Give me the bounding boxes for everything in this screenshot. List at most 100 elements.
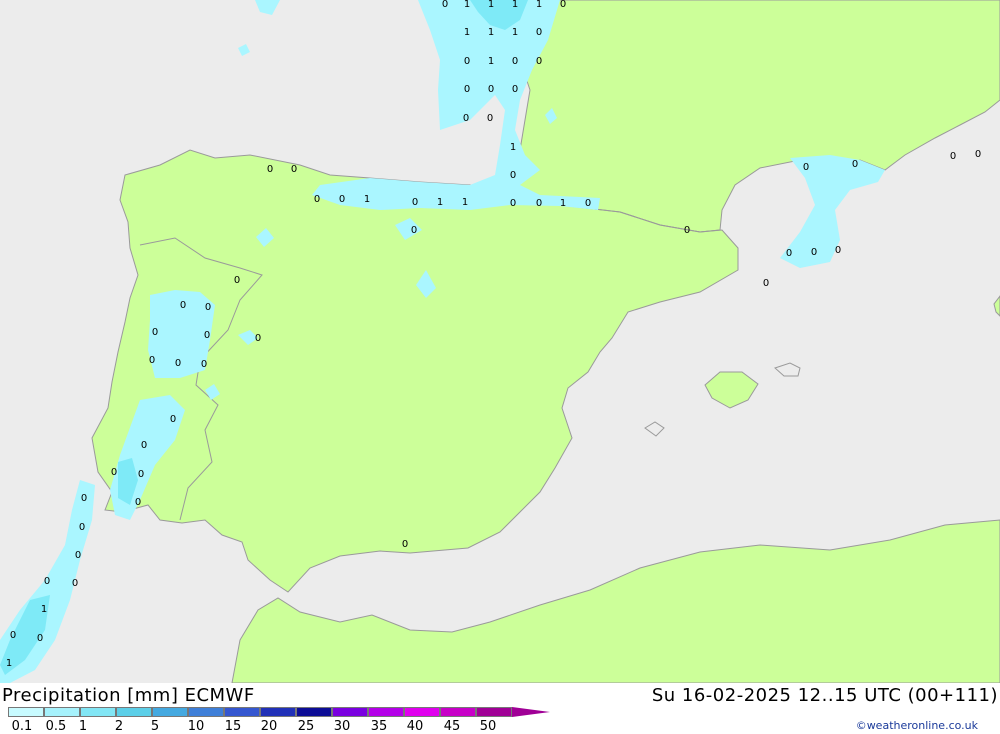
legend-swatch — [476, 707, 512, 717]
precip-value-label: 0 — [411, 225, 417, 236]
legend-tick-label: 25 — [297, 719, 315, 734]
precip-value-label: 0 — [314, 194, 320, 205]
legend-swatch — [44, 707, 80, 717]
precip-value-label: 0 — [560, 0, 566, 10]
map-title: Precipitation [mm] ECMWF — [2, 685, 255, 706]
precip-value-label: 1 — [560, 198, 566, 209]
precipitation-map: 0 1 1 1 1 0 1 1 1 0 0 1 0 0 0 0 0 0 0 1 0 0 0 0 0 1 0 1 1 0 0 1 0 0 0 0 0 0 0 0… — [0, 0, 1000, 683]
precip-value-label: 1 — [464, 0, 470, 10]
precip-value-label: 0 — [464, 56, 470, 67]
precip-value-label: 0 — [950, 151, 956, 162]
precip-value-label: 0 — [75, 550, 81, 561]
precip-value-label: 1 — [536, 0, 542, 10]
precip-value-label: 0 — [803, 162, 809, 173]
precip-value-label: 0 — [141, 440, 147, 451]
precip-value-label: 1 — [488, 27, 494, 38]
land-mallorca — [704, 371, 759, 409]
legend-tick-label: 50 — [479, 719, 497, 734]
legend-tick-label: 5 — [150, 719, 160, 734]
precip-gulf-of-lion — [780, 155, 885, 268]
precip-value-label: 0 — [79, 522, 85, 533]
precip-value-label: 0 — [536, 27, 542, 38]
precip-value-label: 0 — [111, 467, 117, 478]
legend-tick-label: 35 — [370, 719, 388, 734]
precip-value-label: 0 — [255, 333, 261, 344]
precip-value-label: 0 — [149, 355, 155, 366]
precip-value-label: 0 — [536, 56, 542, 67]
legend-tick-label: 0.5 — [45, 719, 67, 734]
precip-value-label: 0 — [510, 170, 516, 181]
precip-value-label: 0 — [786, 248, 792, 259]
precip-value-label: 0 — [463, 113, 469, 124]
precip-value-label: 0 — [488, 84, 494, 95]
legend-ticks: 0.1 0.5 1 2 5 10 15 20 25 30 35 40 45 50 — [0, 719, 520, 734]
precip-spot-8 — [238, 44, 250, 56]
precip-value-label: 0 — [835, 245, 841, 256]
precip-value-label: 0 — [175, 358, 181, 369]
legend-swatch — [296, 707, 332, 717]
legend-swatch — [188, 707, 224, 717]
legend-tick-label: 20 — [260, 719, 278, 734]
precip-value-label: 0 — [412, 197, 418, 208]
precip-value-label: 0 — [512, 56, 518, 67]
precip-value-label: 0 — [138, 469, 144, 480]
precip-value-label: 0 — [204, 330, 210, 341]
map-canvas: 0 1 1 1 1 0 1 1 1 0 0 1 0 0 0 0 0 0 0 1 0 0 0 0 0 1 0 1 1 0 0 1 0 0 0 0 0 0 0 0… — [0, 0, 1000, 683]
legend-swatch — [8, 707, 44, 717]
precip-value-label: 0 — [135, 497, 141, 508]
precip-value-label: 0 — [72, 578, 78, 589]
bottom-panel: Precipitation [mm] ECMWF Su 16-02-2025 1… — [0, 683, 1000, 734]
legend-swatch — [80, 707, 116, 717]
legend-swatch — [260, 707, 296, 717]
legend-tick-label: 40 — [406, 719, 424, 734]
precip-value-label: 1 — [512, 0, 518, 10]
precip-value-label: 1 — [462, 197, 468, 208]
legend-swatch — [152, 707, 188, 717]
legend-tick-label: 45 — [443, 719, 461, 734]
precip-value-label: 1 — [41, 604, 47, 615]
credit-link[interactable]: ©weatheronline.co.uk — [856, 719, 978, 732]
legend-swatch — [332, 707, 368, 717]
land-ibiza — [644, 421, 665, 437]
legend-tick-label: 2 — [114, 719, 124, 734]
precip-value-label: 0 — [975, 149, 981, 160]
legend-tick-label: 0.1 — [11, 719, 33, 734]
precip-value-label: 0 — [267, 164, 273, 175]
precip-value-label: 0 — [37, 633, 43, 644]
precip-value-label: 0 — [585, 198, 591, 209]
legend-tick-label: 10 — [187, 719, 205, 734]
precip-value-label: 1 — [488, 0, 494, 10]
precip-value-label: 0 — [152, 327, 158, 338]
precip-value-label: 1 — [437, 197, 443, 208]
precip-value-label: 1 — [512, 27, 518, 38]
legend-swatch — [224, 707, 260, 717]
precip-value-label: 1 — [464, 27, 470, 38]
legend-arrow — [512, 707, 550, 717]
precip-value-label: 0 — [464, 84, 470, 95]
land-menorca — [774, 362, 801, 377]
precip-value-label: 0 — [487, 113, 493, 124]
legend-swatch — [368, 707, 404, 717]
precip-spot-7 — [255, 0, 280, 15]
precip-value-label: 0 — [81, 493, 87, 504]
legend-swatch — [440, 707, 476, 717]
precip-value-label: 0 — [852, 159, 858, 170]
legend-swatch — [404, 707, 440, 717]
precip-value-label: 1 — [510, 142, 516, 153]
precip-value-label: 0 — [763, 278, 769, 289]
precip-value-label: 0 — [234, 275, 240, 286]
land-corsica-edge — [993, 295, 1000, 317]
precip-value-label: 0 — [180, 300, 186, 311]
legend-tick-label: 30 — [333, 719, 351, 734]
legend-tick-label: 15 — [224, 719, 242, 734]
precip-value-label: 0 — [44, 576, 50, 587]
precip-value-label: 0 — [205, 302, 211, 313]
precip-value-label: 0 — [510, 198, 516, 209]
map-valid-time: Su 16-02-2025 12..15 UTC (00+111) — [651, 685, 998, 706]
precip-value-label: 0 — [170, 414, 176, 425]
legend-tick-label: 1 — [78, 719, 88, 734]
precip-value-label: 0 — [291, 164, 297, 175]
precip-value-label: 0 — [442, 0, 448, 10]
precip-value-label: 0 — [811, 247, 817, 258]
precip-value-label: 1 — [488, 56, 494, 67]
